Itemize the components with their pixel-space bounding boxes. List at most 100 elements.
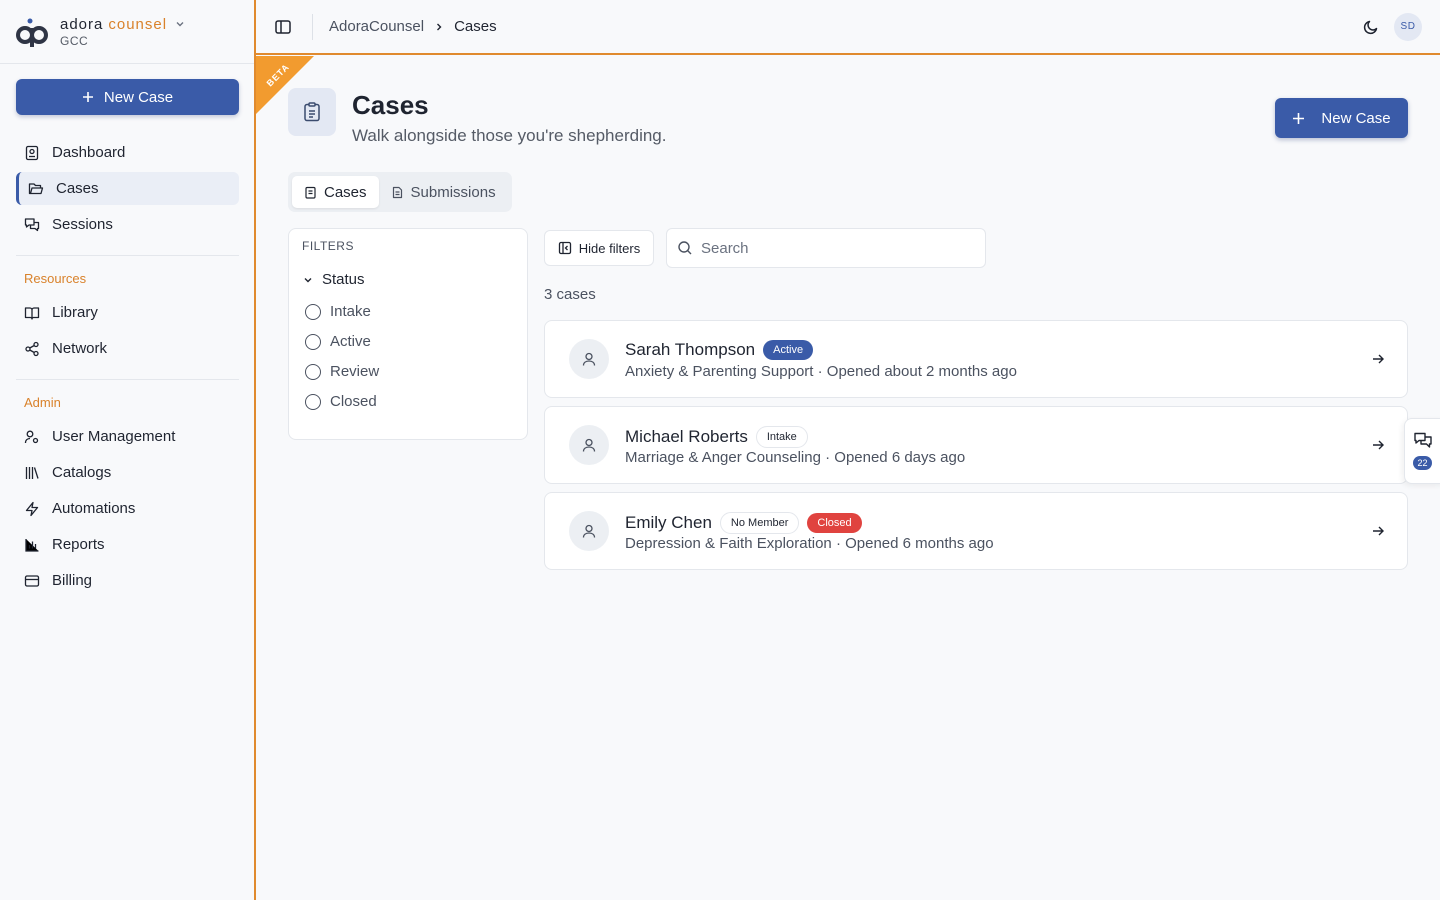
case-row-emily-chen[interactable]: Emily Chen No Member Closed Depression &… [544,492,1408,570]
sidebar-item-label: Billing [52,572,93,589]
search-icon [678,241,692,255]
tab-cases[interactable]: Cases [292,176,379,208]
page-header-icon [288,88,336,136]
chevron-right-icon [437,23,442,30]
radio-circle[interactable] [305,303,321,320]
arrow-right-icon[interactable] [1371,352,1385,366]
search-box [666,228,986,268]
case-name: Michael Roberts [625,427,748,446]
filters-title: FILTERS [302,239,354,253]
sidebar-item-billing[interactable]: Billing [16,564,239,597]
chat-launcher-button[interactable]: 22 [1404,418,1440,484]
moon-icon[interactable] [1362,18,1380,36]
top-bar: AdoraCounsel Cases SD [256,0,1440,55]
case-name: Emily Chen [625,513,712,532]
filter-option-review[interactable]: Review [305,363,379,380]
user-icon [582,524,596,538]
user-avatar[interactable]: SD [1394,12,1422,41]
chevron-down-icon [304,277,312,282]
case-count: 3 cases [544,286,596,303]
clipboard-icon [304,102,320,122]
case-meta: Marriage & Anger Counseling · Opened 6 d… [625,449,966,466]
bolt-icon [25,501,39,516]
brand-name-primary: adora [60,15,104,33]
filter-option-label: Closed [330,393,377,410]
arrow-right-icon[interactable] [1371,524,1385,538]
sidebar-item-network[interactable]: Network [16,332,239,365]
breadcrumb-current: Cases [454,18,497,35]
sidebar-item-automations[interactable]: Automations [16,492,239,525]
page-subtitle: Walk alongside those you're shepherding. [352,126,667,145]
sidebar-item-label: Reports [52,536,105,553]
view-tabs: Cases Submissions [288,172,512,212]
brand-switcher[interactable]: adora counsel GCC [0,0,254,64]
filter-option-active[interactable]: Active [305,333,371,350]
sidebar-item-sessions[interactable]: Sessions [16,208,239,241]
case-meta: Anxiety & Parenting Support · Opened abo… [625,363,1017,380]
user-icon [582,352,596,366]
radio-circle[interactable] [305,333,321,350]
status-badge: Active [763,340,814,360]
radio-circle[interactable] [305,393,321,410]
sidebar-new-case-button[interactable]: New Case [16,79,239,115]
hide-filters-button[interactable]: Hide filters [544,230,654,266]
sidebar-new-case-label: New Case [103,88,174,106]
brand-logo-icon [16,18,48,47]
radio-circle[interactable] [305,363,321,380]
sidebar-main-nav: Dashboard Cases Sessions Resources Libra… [16,136,239,600]
sidebar-item-label: User Management [52,428,176,445]
plus-icon [1293,112,1305,124]
brand-name-accent: counsel [108,15,168,33]
user-icon [582,438,596,452]
hide-filters-label: Hide filters [578,240,641,256]
share-icon [25,341,39,356]
filter-option-intake[interactable]: Intake [305,303,371,320]
sidebar-item-label: Sessions [52,216,113,233]
sidebar-item-dashboard[interactable]: Dashboard [16,136,239,169]
library-icon [25,466,39,479]
status-filter-label: Status [322,271,365,288]
sidebar-divider [16,379,239,380]
sidebar-item-cases[interactable]: Cases [16,172,239,205]
filter-option-closed[interactable]: Closed [305,393,377,410]
case-meta: Depression & Faith Exploration · Opened … [625,535,994,552]
new-case-label: New Case [1321,109,1391,127]
new-case-button[interactable]: New Case [1275,98,1408,138]
status-badge: Closed [807,513,862,533]
sidebar-divider [16,255,239,256]
sidebar-toggle-icon[interactable] [274,18,292,36]
tab-submissions[interactable]: Submissions [379,176,508,208]
tab-label: Submissions [410,183,496,201]
dashboard-icon [25,145,39,160]
sidebar-item-library[interactable]: Library [16,296,239,329]
sidebar: adora counsel GCC New Case Dashboard Cas… [0,0,256,900]
sidebar-item-label: Dashboard [52,144,126,161]
plus-icon [82,92,93,102]
case-avatar [569,425,609,465]
card-icon [24,574,40,587]
sidebar-section-admin: Admin [24,395,61,410]
case-row-michael-roberts[interactable]: Michael Roberts Intake Marriage & Anger … [544,406,1408,484]
chart-icon [25,538,39,552]
arrow-right-icon[interactable] [1371,438,1385,452]
chevron-down-icon [176,22,184,27]
filters-panel: FILTERS Status Intake Active Review Clos… [288,228,528,440]
sidebar-item-label: Catalogs [52,464,112,481]
sidebar-item-user-management[interactable]: User Management [16,420,239,453]
page-title: Cases [352,90,429,120]
sidebar-item-label: Library [52,304,98,321]
filter-option-label: Intake [330,303,371,320]
status-badge: Intake [755,426,808,448]
folder-icon [28,182,44,194]
filter-option-label: Review [330,363,380,380]
case-row-sarah-thompson[interactable]: Sarah Thompson Active Anxiety & Parentin… [544,320,1408,398]
sidebar-item-label: Cases [56,180,99,197]
sidebar-item-reports[interactable]: Reports [16,528,239,561]
sidebar-item-catalogs[interactable]: Catalogs [16,456,239,489]
status-filter-toggle[interactable]: Status [303,271,365,288]
breadcrumb-root[interactable]: AdoraCounsel [329,18,424,35]
sidebar-item-label: Network [52,340,108,357]
panel-collapse-icon [558,241,571,255]
sidebar-item-label: Automations [52,500,136,517]
search-input[interactable] [701,239,971,257]
